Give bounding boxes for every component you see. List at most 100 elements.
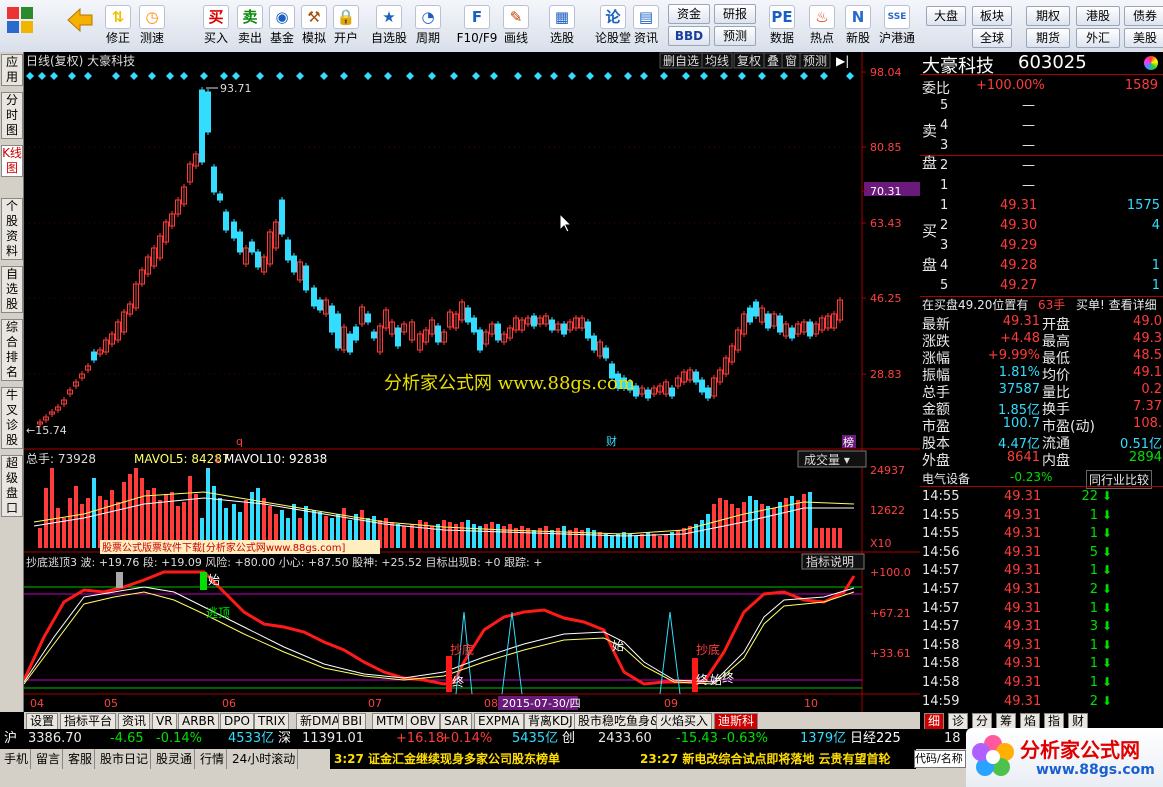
right-tab-4[interactable]: 焰 [1020, 713, 1041, 729]
indicator-tab-8[interactable]: BBI [338, 713, 367, 729]
toolbar-period-button[interactable]: ◔ 周期 [412, 3, 444, 49]
indicator-tab-16[interactable]: 迪斯科 [714, 713, 759, 729]
toolbar-fire-button[interactable]: ♨ 热点 [806, 3, 838, 49]
status-item-1[interactable]: 留言 [34, 749, 64, 769]
toolbar-ipo-button[interactable]: N 新股 [842, 3, 874, 49]
position-detail-link[interactable]: 买单! 查看详细 [1076, 296, 1157, 313]
event-marker-q[interactable]: q [236, 435, 243, 448]
toolbar-small-11-button[interactable]: 债券 [1124, 6, 1163, 26]
toolbar-small-1-button[interactable]: BBD [668, 26, 710, 46]
toolbar-screen-button[interactable]: ▦ 选股 [546, 3, 578, 49]
toolbar-f10-button[interactable]: F F10/F9 [454, 3, 500, 49]
chart-btn-0[interactable]: 删自选 [659, 52, 703, 69]
toolbar-small-2-button[interactable]: 研报 [714, 4, 756, 24]
toolbar-app-grid-button[interactable] [2, 3, 38, 49]
chart-btn-3[interactable]: 叠 [763, 52, 783, 69]
right-tab-3[interactable]: 筹 [996, 713, 1017, 729]
indicator-tab-5[interactable]: DPO [220, 713, 254, 729]
chart-btn-4[interactable]: 窗 [781, 52, 801, 69]
pin-icon[interactable]: ▶| [836, 54, 849, 68]
status-item-0[interactable]: 手机 [2, 749, 32, 769]
toolbar-hammer-button[interactable]: ⚒ 模拟 [298, 3, 330, 49]
indicator-tab-9[interactable]: MTM [372, 713, 409, 729]
toolbar-small-12-button[interactable]: 美股 [1124, 28, 1163, 48]
candle-body [591, 335, 597, 351]
toolbar-small-7-button[interactable]: 期权 [1026, 6, 1070, 26]
indicator-tab-10[interactable]: OBV [406, 713, 440, 729]
toolbar-buy-button[interactable]: 买买入 [200, 3, 232, 49]
toolbar-small-10-button[interactable]: 外汇 [1076, 28, 1120, 48]
toolbar-pen-button[interactable]: ✎ 画线 [500, 3, 532, 49]
vtab-7[interactable]: 超级盘口 [1, 455, 23, 517]
status-item-5[interactable]: 行情 [198, 749, 228, 769]
event-marker-fin[interactable]: 财 [606, 434, 617, 448]
toolbar-fund-button[interactable]: ◉ 基金 [266, 3, 298, 49]
indicator-tab-13[interactable]: 背离KDJ [524, 713, 577, 729]
chart-btn-1[interactable]: 均线 [701, 52, 733, 69]
candle-body [789, 327, 795, 339]
tick-volume: 1 [1089, 637, 1098, 653]
candle-body [347, 333, 353, 353]
toolbar-small-9-button[interactable]: 港股 [1076, 6, 1120, 26]
indicator-tab-11[interactable]: SAR [440, 713, 473, 729]
right-tab-2[interactable]: 分 [972, 713, 993, 729]
indicator-tab-0[interactable]: 设置 [26, 713, 59, 729]
toolbar-small-5-button[interactable]: 板块 [972, 6, 1012, 26]
right-tab-0[interactable]: 细 [924, 713, 945, 729]
volume-bar [718, 498, 722, 548]
volume-indicator-select[interactable]: 成交量 ▾ [797, 450, 867, 468]
toolbar-sell-button[interactable]: 卖卖出 [234, 3, 266, 49]
toolbar-label: 周期 [415, 31, 440, 45]
news-ticker-2[interactable]: 23:27 新电改综合试点即将落地 云贵有望首轮 [636, 749, 916, 769]
vtab-1[interactable]: 分时图 [1, 92, 23, 139]
indicator-tab-1[interactable]: 指标平台 [60, 713, 117, 729]
indicator-tab-2[interactable]: 资讯 [118, 713, 151, 729]
toolbar-sse-hke-button[interactable]: SSE 沪港通 [874, 3, 920, 49]
toolbar-small-8-button[interactable]: 期货 [1026, 28, 1070, 48]
toolbar-small-6-button[interactable]: 全球 [972, 28, 1012, 48]
code-search-input[interactable]: 代码/名称 [914, 750, 966, 768]
indicator-tab-4[interactable]: ARBR [178, 713, 220, 729]
stat-value: 8641 [1006, 450, 1040, 465]
toolbar-clock-button[interactable]: ◷ 测速 [136, 3, 168, 49]
status-item-4[interactable]: 股灵通 [154, 749, 196, 769]
right-tab-6[interactable]: 财 [1068, 713, 1089, 729]
toolbar-small-3-button[interactable]: 预测 [714, 26, 756, 46]
toolbar-label: 沪港通 [878, 31, 915, 45]
vtab-2[interactable]: K线图 [1, 145, 23, 177]
color-wheel-icon[interactable] [1144, 56, 1158, 70]
indicator-tab-7[interactable]: 新DMA [296, 713, 344, 729]
indicator-tab-15[interactable]: 火焰买入 [656, 713, 713, 729]
tick-time: 14:55 [922, 526, 960, 542]
indicator-tab-6[interactable]: TRIX [254, 713, 290, 729]
vtab-4[interactable]: 自选股 [1, 266, 23, 313]
toolbar-small-4-button[interactable]: 大盘 [926, 6, 966, 26]
toolbar-small-0-button[interactable]: 资金 [668, 4, 710, 24]
chart-btn-5[interactable]: 预测 [799, 52, 831, 69]
event-marker-rank[interactable]: 榜 [843, 435, 854, 449]
toolbar-back-arrow-button[interactable] [62, 3, 98, 49]
volume-bar [736, 508, 740, 548]
toolbar-lock-button[interactable]: 🔒 开户 [330, 3, 362, 49]
vtab-3[interactable]: 个股资料 [1, 198, 23, 260]
indicator-help-button[interactable]: 指标说明 [801, 553, 865, 570]
news-ticker-1[interactable]: 3:27 证金汇金继续现身多家公司股东榜单 [330, 749, 638, 769]
status-item-3[interactable]: 股市日记 [98, 749, 152, 769]
indicator-tab-3[interactable]: VR [152, 713, 177, 729]
kline-chart-area[interactable]: 日线(复权) 大豪科技 删自选 均线 复权叠窗预测 ▶| 98.04 80.85 70.31 6… [22, 52, 920, 712]
toolbar-pe-button[interactable]: PE 数据 [766, 3, 798, 49]
kline-chart-svg[interactable]: 日线(复权) 大豪科技 删自选 均线 复权叠窗预测 ▶| 98.04 80.85 70.31 6… [22, 52, 920, 712]
indicator-tab-12[interactable]: EXPMA [474, 713, 524, 729]
toolbar-news-button[interactable]: ▤ 资讯 [630, 3, 662, 49]
vtab-5[interactable]: 综合排名 [1, 319, 23, 381]
vtab-0[interactable]: 应用 [1, 54, 23, 86]
sell-level: 5 [940, 98, 949, 113]
right-tab-1[interactable]: 诊 [948, 713, 969, 729]
vtab-6[interactable]: 牛叉诊股 [1, 387, 23, 449]
toolbar-star-list-button[interactable]: ★ 自选股 [366, 3, 412, 49]
right-tab-5[interactable]: 指 [1044, 713, 1065, 729]
status-item-2[interactable]: 客服 [66, 749, 96, 769]
status-item-6[interactable]: 24小时滚动 [230, 749, 299, 769]
chart-btn-2[interactable]: 复权 [733, 52, 765, 69]
toolbar-up-down-button[interactable]: ⇅ 修正 [102, 3, 134, 49]
